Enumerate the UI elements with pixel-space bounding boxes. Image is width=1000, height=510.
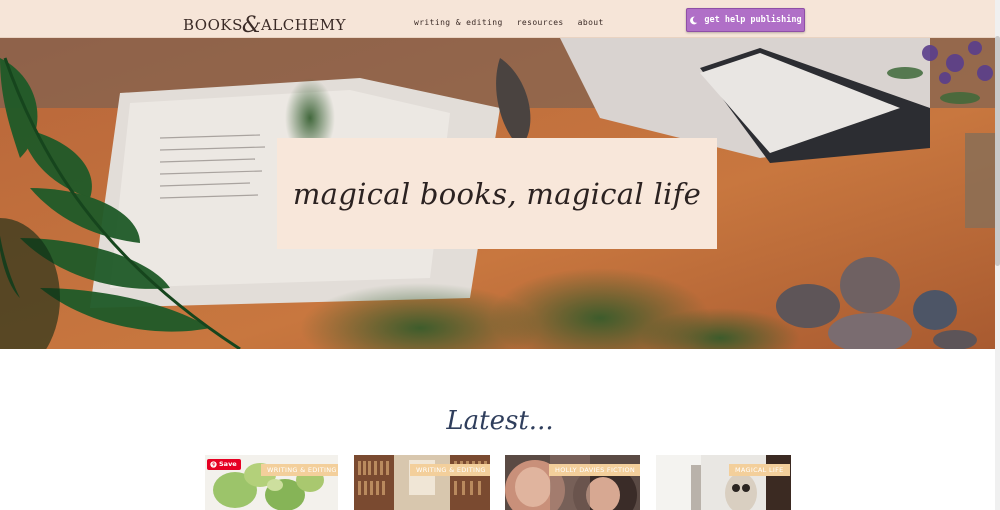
post-card[interactable]: Save WRITING & EDITING	[205, 455, 338, 510]
hero-banner: magical books, magical life	[0, 38, 1000, 349]
latest-heading: Latest...	[446, 406, 554, 436]
latest-posts: Save WRITING & EDITING WRITING & EDITING	[205, 455, 805, 510]
moon-icon	[690, 16, 698, 24]
category-tag[interactable]: WRITING & EDITING	[410, 464, 490, 476]
post-card[interactable]: WRITING & EDITING	[354, 455, 490, 510]
page-scrollbar[interactable]	[995, 0, 1000, 510]
logo-ampersand: &	[241, 13, 262, 38]
logo-text-alchemy: ALCHEMY	[260, 16, 347, 34]
get-help-publishing-button[interactable]: get help publishing	[686, 8, 805, 32]
logo-text-books: BOOKS	[183, 16, 243, 34]
pinterest-save-button[interactable]: Save	[207, 459, 241, 470]
hero-title-card: magical books, magical life	[277, 138, 717, 249]
save-label: Save	[219, 460, 237, 468]
cta-label: get help publishing	[704, 15, 802, 25]
nav-about[interactable]: about	[578, 18, 604, 27]
site-logo[interactable]: BOOKS&ALCHEMY	[183, 11, 347, 38]
nav-writing-editing[interactable]: writing & editing	[414, 18, 503, 27]
post-card[interactable]: HOLLY DAVIES FICTION	[505, 455, 640, 510]
category-tag[interactable]: HOLLY DAVIES FICTION	[549, 464, 640, 476]
top-nav: BOOKS&ALCHEMY writing & editing resource…	[0, 0, 1000, 38]
category-tag[interactable]: MAGICAL LIFE	[729, 464, 790, 476]
pinterest-icon	[210, 461, 217, 468]
hero-title: magical books, magical life	[292, 176, 702, 211]
scrollbar-thumb[interactable]	[995, 36, 1000, 266]
post-card[interactable]: MAGICAL LIFE	[656, 455, 791, 510]
nav-links: writing & editing resources about	[414, 18, 604, 27]
category-tag[interactable]: WRITING & EDITING	[261, 464, 338, 476]
nav-resources[interactable]: resources	[517, 18, 564, 27]
